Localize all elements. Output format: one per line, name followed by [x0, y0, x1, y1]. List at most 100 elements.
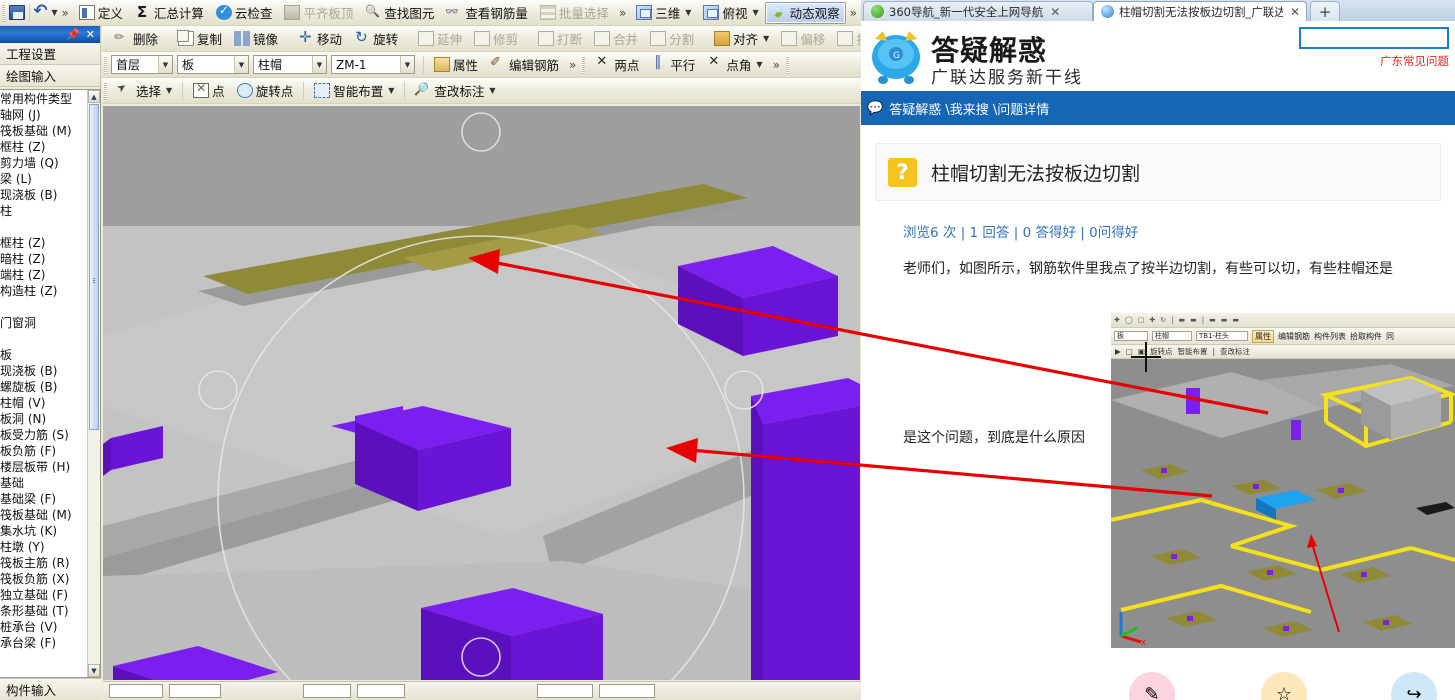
- tree-item[interactable]: 条形基础 (T): [0, 603, 87, 619]
- tree-item[interactable]: 桩承台 (V): [0, 619, 87, 635]
- component-type-selector[interactable]: 柱帽 ▼: [253, 55, 327, 74]
- tree-item[interactable]: 梁 (L): [0, 171, 87, 187]
- toolbar-item-copy[interactable]: 复制: [172, 28, 228, 50]
- meta-answers[interactable]: 1 回答: [970, 225, 1010, 241]
- status-field[interactable]: [303, 684, 351, 698]
- tree-item[interactable]: 柱帽 (V): [0, 395, 87, 411]
- embed-edit-rebar-button[interactable]: 编辑钢筋: [1278, 331, 1310, 342]
- pin-icon[interactable]: 📌: [66, 28, 80, 41]
- browser-tab-1[interactable]: 360导航_新一代安全上网导航 ✕: [863, 1, 1093, 21]
- scroll-down-arrow[interactable]: ▼: [88, 664, 100, 677]
- hot-link-guangdong[interactable]: 广东常见问题: [1299, 53, 1449, 69]
- tree-item[interactable]: 构造柱 (Z): [0, 283, 87, 299]
- chevron-down-icon[interactable]: ▼: [763, 34, 769, 43]
- tree-scrollbar[interactable]: ▲ ▼: [87, 90, 100, 677]
- tree-group[interactable]: 柱: [0, 203, 87, 219]
- toolbar-item-smart-layout[interactable]: 智能布置 ▼: [308, 80, 400, 102]
- toolbar-item-summary-calc[interactable]: 汇总计算: [129, 2, 210, 24]
- dim-toolbar-overflow[interactable]: »: [769, 58, 784, 72]
- tree-item[interactable]: 端柱 (Z): [0, 267, 87, 283]
- toolbar-item-two-point[interactable]: 两点: [589, 54, 645, 76]
- save-icon[interactable]: [8, 5, 25, 20]
- meta-good-questions[interactable]: 0问得好: [1089, 225, 1138, 241]
- close-icon[interactable]: ✕: [1290, 5, 1300, 19]
- tree-item[interactable]: 柱墩 (Y): [0, 539, 87, 555]
- toolbar-item-edit-rebar[interactable]: 编辑钢筋: [484, 54, 565, 76]
- search-input[interactable]: [1299, 27, 1449, 49]
- chevron-down-icon[interactable]: ▼: [489, 86, 495, 95]
- toolbar-item-properties[interactable]: 属性: [428, 54, 484, 76]
- tree-item[interactable]: 板洞 (N): [0, 411, 87, 427]
- tree-item[interactable]: 筏板主筋 (R): [0, 555, 87, 571]
- toolbar-item-mirror[interactable]: 镜像: [228, 28, 284, 50]
- view-toolbar-item-top-view[interactable]: 俯视 ▼: [697, 2, 764, 24]
- toolbar-grip[interactable]: [785, 55, 789, 74]
- tree-item[interactable]: 暗柱 (Z): [0, 251, 87, 267]
- status-field[interactable]: [109, 684, 163, 698]
- toolbar-item-rotate[interactable]: 旋转: [348, 28, 404, 50]
- tree-item[interactable]: 现浇板 (B): [0, 187, 87, 203]
- tree-item[interactable]: 独立基础 (F): [0, 587, 87, 603]
- toolbar-grip[interactable]: [582, 55, 586, 74]
- embed-combo-type[interactable]: 柱帽: [1152, 331, 1192, 341]
- tree-item[interactable]: 承台梁 (F): [0, 635, 87, 651]
- feedback-fab[interactable]: ✎: [1129, 672, 1175, 700]
- toolbar-item-point[interactable]: 点: [187, 80, 231, 102]
- toolbar-item-view-rebar[interactable]: 查看钢筋量: [440, 2, 534, 24]
- share-fab[interactable]: ↪: [1391, 672, 1437, 700]
- toolbar-grip[interactable]: [104, 55, 107, 74]
- close-icon[interactable]: ✕: [86, 28, 95, 41]
- category-selector[interactable]: 板 ▼: [177, 55, 249, 74]
- tree-item[interactable]: 楼层板带 (H): [0, 459, 87, 475]
- toolbar-grip[interactable]: [104, 81, 107, 100]
- toolbar-item-select[interactable]: 选择 ▼: [111, 80, 178, 102]
- tree-item[interactable]: 筏板基础 (M): [0, 507, 87, 523]
- toolbar-item-find-element[interactable]: 查找图元: [359, 2, 440, 24]
- tree-item[interactable]: 现浇板 (B): [0, 363, 87, 379]
- main-toolbar-overflow[interactable]: »: [615, 6, 630, 20]
- tree-item[interactable]: 基础梁 (F): [0, 491, 87, 507]
- component-tree[interactable]: 常用构件类型 轴网 (J) 筏板基础 (M) 框柱 (Z) 剪力墙 (Q) 梁 (L) 现浇…: [0, 89, 101, 678]
- close-icon[interactable]: ✕: [1050, 5, 1060, 19]
- tree-item[interactable]: 轴网 (J): [0, 107, 87, 123]
- toolbar-item-rotate-point[interactable]: 旋转点: [231, 80, 300, 102]
- tree-item[interactable]: 框柱 (Z): [0, 139, 87, 155]
- dock-button-project-settings[interactable]: 工程设置: [0, 43, 100, 65]
- new-tab-button[interactable]: +: [1310, 1, 1340, 21]
- favorite-fab[interactable]: ☆: [1261, 672, 1307, 700]
- dock-footer-component-input[interactable]: 构件输入: [0, 678, 101, 700]
- view-toolbar-item-3d[interactable]: 三维 ▼: [630, 2, 697, 24]
- chevron-down-icon[interactable]: ▼: [400, 56, 414, 73]
- view-toolbar-item-dynamic-observe[interactable]: 动态观察: [764, 1, 846, 24]
- toolbar-item-move[interactable]: 移动: [292, 28, 348, 50]
- status-field[interactable]: [169, 684, 221, 698]
- embed-pick-component-button[interactable]: 拾取构件: [1350, 331, 1382, 342]
- tree-group[interactable]: 常用构件类型: [0, 91, 87, 107]
- toolbar-item-edit-annotation[interactable]: 查改标注 ▼: [409, 80, 501, 102]
- orbit-gizmo[interactable]: [103, 106, 860, 680]
- chevron-down-icon[interactable]: ▼: [752, 8, 758, 17]
- meta-good-answers[interactable]: 0 答得好: [1023, 225, 1076, 241]
- embed-combo-category[interactable]: 板: [1114, 331, 1148, 341]
- dock-button-drawing-input[interactable]: 绘图输入: [0, 65, 100, 87]
- undo-icon[interactable]: [33, 1, 49, 21]
- chevron-down-icon[interactable]: ▼: [312, 56, 326, 73]
- embed-properties-button[interactable]: 属性: [1252, 329, 1274, 343]
- quick-access-overflow[interactable]: »: [57, 6, 72, 20]
- tree-item[interactable]: 筏板基础 (M): [0, 123, 87, 139]
- component-name-selector[interactable]: ZM-1 ▼: [331, 55, 415, 74]
- tree-item[interactable]: 框柱 (Z): [0, 235, 87, 251]
- chevron-down-icon[interactable]: ▼: [756, 60, 762, 69]
- toolbar-item-point-angle[interactable]: 点角 ▼: [701, 54, 768, 76]
- tree-item[interactable]: 集水坑 (K): [0, 523, 87, 539]
- tree-group[interactable]: 门窗洞: [0, 315, 87, 331]
- meta-views[interactable]: 浏览6 次: [903, 225, 956, 241]
- breadcrumb-text[interactable]: 答疑解惑 \我来搜 \问题详情: [889, 99, 1049, 118]
- toolbar-item-delete[interactable]: 删除: [108, 28, 164, 50]
- toolbar-item-define[interactable]: 定义: [73, 2, 129, 24]
- tree-item[interactable]: 板负筋 (F): [0, 443, 87, 459]
- embed-component-list-button[interactable]: 构件列表: [1314, 331, 1346, 342]
- toolbar-item-align[interactable]: 对齐 ▼: [708, 28, 775, 50]
- browser-tab-2[interactable]: 柱帽切割无法按板边切割_广联达 ✕: [1093, 1, 1307, 21]
- toolbar-item-parallel[interactable]: 平行: [645, 54, 701, 76]
